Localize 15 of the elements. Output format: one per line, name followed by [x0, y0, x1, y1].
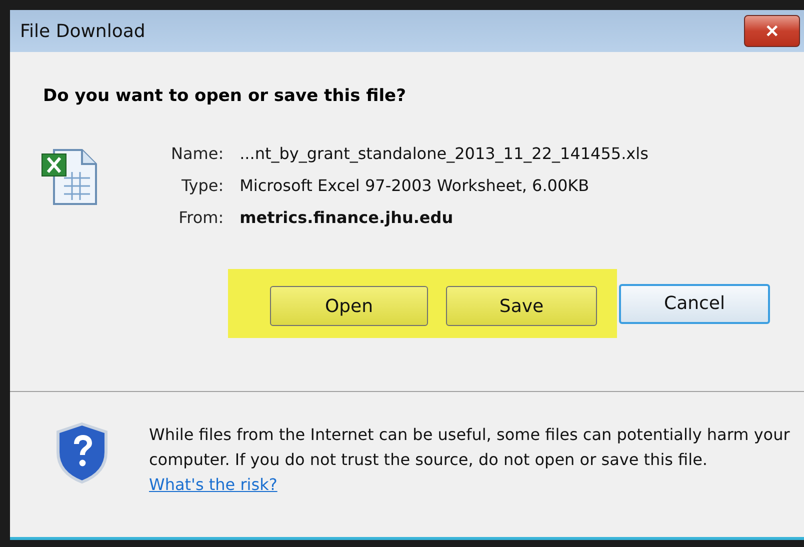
security-shield-icon [55, 422, 109, 484]
detail-label: From: [178, 208, 224, 227]
detail-label: Name: [171, 144, 224, 163]
dialog-button[interactable]: Cancel [619, 284, 770, 324]
close-button[interactable]: ✕ [744, 15, 800, 47]
detail-value: Microsoft Excel 97-2003 Worksheet, 6.00KB [240, 176, 590, 195]
detail-label: Type: [180, 176, 224, 195]
dialog-button[interactable]: Save [446, 286, 597, 326]
dialog-button[interactable]: Open [270, 286, 428, 326]
risk-link[interactable]: What's the risk? [149, 475, 278, 494]
dialog-question: Do you want to open or save this file? [42, 85, 407, 108]
window-title: File Download [20, 20, 146, 42]
detail-value: metrics.finance.jhu.edu [240, 208, 454, 227]
detail-value: ...nt_by_grant_standalone_2013_11_22_141455.xls [240, 144, 648, 163]
security-warning-text: While files from the Internet can be useful, some files can potentially harm your computer. If you do not trust the source, do not open or save this file. What's the risk? [149, 424, 791, 496]
